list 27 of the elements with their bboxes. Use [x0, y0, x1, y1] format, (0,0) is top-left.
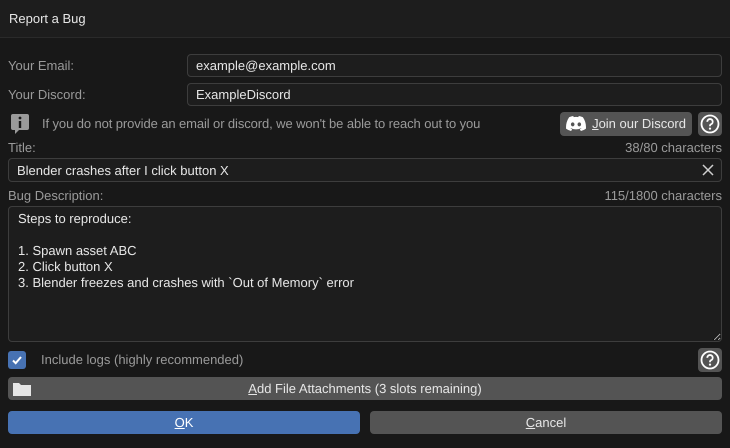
discord-icon: [566, 116, 586, 131]
ok-button[interactable]: OK: [8, 411, 360, 434]
field-label: Bug Description:: [8, 187, 104, 206]
character-counter: 115/1800 characters: [604, 187, 722, 206]
clear-icon[interactable]: [702, 164, 714, 176]
window-title: Report a Bug: [9, 10, 86, 28]
input-field[interactable]: ExampleDiscord: [187, 83, 722, 106]
folder-icon: [12, 380, 32, 396]
field-label: Your Email:: [8, 56, 75, 75]
check-icon: [11, 354, 23, 366]
join-discord-button[interactable]: Join our Discord: [560, 112, 692, 136]
add-attachments-button[interactable]: Add File Attachments (3 slots remaining): [8, 377, 722, 400]
field-label: Your Discord:: [8, 86, 87, 104]
notice-text: If you do not provide an email or discord, we won't be able to reach out to you: [42, 114, 480, 133]
description-field[interactable]: Steps to reproduce: 1. Spawn asset ABC 2. Click button X 3. Blender freezes and crashes with `Out of Memory` error: [8, 206, 722, 342]
checkbox[interactable]: [8, 351, 26, 369]
title-field[interactable]: Blender crashes after I click button X: [8, 158, 722, 182]
cancel-button[interactable]: Cancel: [370, 411, 722, 434]
checkbox-label: Include logs (highly recommended): [41, 351, 244, 370]
help-button[interactable]: [698, 112, 722, 136]
help-button[interactable]: [698, 348, 722, 372]
help-icon: [700, 350, 720, 370]
field-label: Title:: [8, 139, 36, 158]
help-icon: [700, 114, 720, 134]
info-icon: [10, 112, 30, 134]
character-counter: 38/80 characters: [625, 139, 722, 158]
input-field[interactable]: example@example.com: [187, 54, 722, 77]
